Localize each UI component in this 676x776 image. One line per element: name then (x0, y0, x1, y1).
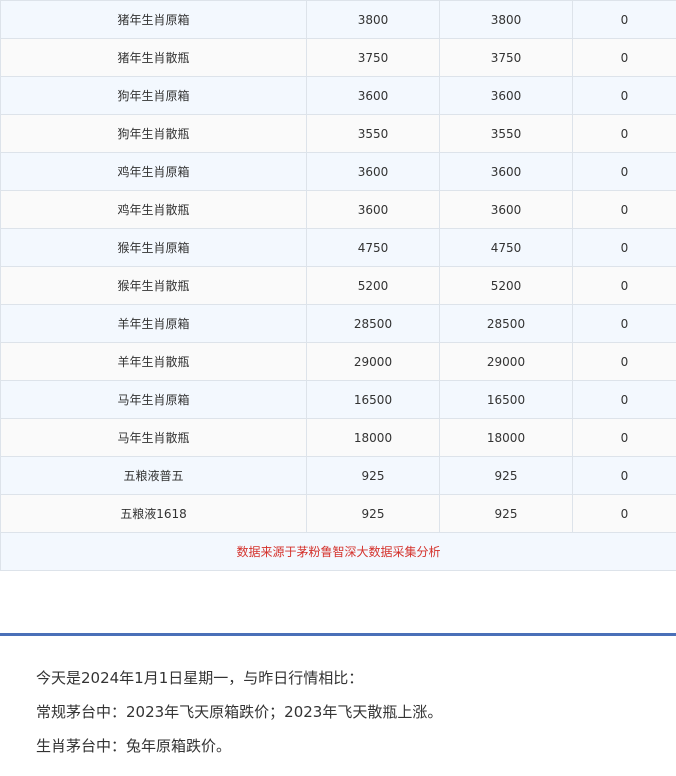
change-cell: 0 (572, 38, 676, 77)
price-cell: 18000 (306, 418, 440, 457)
price-cell: 925 (306, 456, 440, 495)
table-row: 马年生肖散瓶 18000 18000 0 (0, 418, 676, 457)
product-name-cell: 猪年生肖原箱 (0, 0, 307, 39)
change-cell: 0 (572, 266, 676, 305)
price-cell: 28500 (439, 304, 573, 343)
price-table: 猪年生肖原箱 3800 3800 0 猪年生肖散瓶 3750 3750 0 狗年… (0, 0, 676, 571)
price-cell: 3600 (439, 190, 573, 229)
section-divider (0, 633, 676, 636)
price-cell: 5200 (439, 266, 573, 305)
price-table-container: 猪年生肖原箱 3800 3800 0 猪年生肖散瓶 3750 3750 0 狗年… (0, 0, 676, 571)
table-row: 五粮液1618 925 925 0 (0, 494, 676, 533)
price-table-body: 猪年生肖原箱 3800 3800 0 猪年生肖散瓶 3750 3750 0 狗年… (0, 0, 676, 571)
product-name-cell: 五粮液普五 (0, 456, 307, 495)
price-cell: 925 (306, 494, 440, 533)
change-cell: 0 (572, 380, 676, 419)
table-row: 羊年生肖散瓶 29000 29000 0 (0, 342, 676, 381)
data-source-note: 数据来源于茅粉鲁智深大数据采集分析 (0, 532, 676, 571)
price-cell: 28500 (306, 304, 440, 343)
price-cell: 3800 (306, 0, 440, 39)
change-cell: 0 (572, 342, 676, 381)
product-name-cell: 狗年生肖散瓶 (0, 114, 307, 153)
price-cell: 925 (439, 494, 573, 533)
table-row: 狗年生肖原箱 3600 3600 0 (0, 76, 676, 115)
change-cell: 0 (572, 456, 676, 495)
price-cell: 3750 (439, 38, 573, 77)
table-row: 五粮液普五 925 925 0 (0, 456, 676, 495)
price-cell: 4750 (306, 228, 440, 267)
product-name-cell: 狗年生肖原箱 (0, 76, 307, 115)
price-cell: 3600 (306, 76, 440, 115)
price-cell: 29000 (439, 342, 573, 381)
summary-regular-moutai-line: 常规茅台中：2023年飞天原箱跌价；2023年飞天散瓶上涨。 (36, 703, 443, 721)
table-row: 猴年生肖散瓶 5200 5200 0 (0, 266, 676, 305)
price-cell: 16500 (439, 380, 573, 419)
product-name-cell: 五粮液1618 (0, 494, 307, 533)
price-cell: 3600 (306, 190, 440, 229)
change-cell: 0 (572, 0, 676, 39)
price-cell: 3550 (439, 114, 573, 153)
price-cell: 4750 (439, 228, 573, 267)
price-cell: 16500 (306, 380, 440, 419)
change-cell: 0 (572, 304, 676, 343)
table-row: 狗年生肖散瓶 3550 3550 0 (0, 114, 676, 153)
table-row: 马年生肖原箱 16500 16500 0 (0, 380, 676, 419)
price-cell: 18000 (439, 418, 573, 457)
table-row: 猪年生肖散瓶 3750 3750 0 (0, 38, 676, 77)
change-cell: 0 (572, 114, 676, 153)
price-cell: 29000 (306, 342, 440, 381)
product-name-cell: 羊年生肖散瓶 (0, 342, 307, 381)
source-row: 数据来源于茅粉鲁智深大数据采集分析 (0, 532, 676, 571)
table-row: 羊年生肖原箱 28500 28500 0 (0, 304, 676, 343)
summary-date-line: 今天是2024年1月1日星期一，与昨日行情相比： (36, 669, 364, 687)
product-name-cell: 鸡年生肖原箱 (0, 152, 307, 191)
price-cell: 3800 (439, 0, 573, 39)
product-name-cell: 鸡年生肖散瓶 (0, 190, 307, 229)
price-cell: 3600 (439, 76, 573, 115)
product-name-cell: 羊年生肖原箱 (0, 304, 307, 343)
change-cell: 0 (572, 228, 676, 267)
change-cell: 0 (572, 418, 676, 457)
change-cell: 0 (572, 494, 676, 533)
table-row: 鸡年生肖原箱 3600 3600 0 (0, 152, 676, 191)
change-cell: 0 (572, 76, 676, 115)
product-name-cell: 猪年生肖散瓶 (0, 38, 307, 77)
change-cell: 0 (572, 152, 676, 191)
product-name-cell: 猴年生肖散瓶 (0, 266, 307, 305)
price-cell: 925 (439, 456, 573, 495)
market-summary: 今天是2024年1月1日星期一，与昨日行情相比： 常规茅台中：2023年飞天原箱… (36, 668, 442, 770)
change-cell: 0 (572, 190, 676, 229)
product-name-cell: 猴年生肖原箱 (0, 228, 307, 267)
price-cell: 3600 (306, 152, 440, 191)
table-row: 猪年生肖原箱 3800 3800 0 (0, 0, 676, 39)
price-cell: 3550 (306, 114, 440, 153)
product-name-cell: 马年生肖原箱 (0, 380, 307, 419)
table-row: 猴年生肖原箱 4750 4750 0 (0, 228, 676, 267)
table-row: 鸡年生肖散瓶 3600 3600 0 (0, 190, 676, 229)
price-cell: 3750 (306, 38, 440, 77)
price-cell: 5200 (306, 266, 440, 305)
summary-zodiac-moutai-line: 生肖茅台中：兔年原箱跌价。 (36, 737, 232, 755)
product-name-cell: 马年生肖散瓶 (0, 418, 307, 457)
price-cell: 3600 (439, 152, 573, 191)
